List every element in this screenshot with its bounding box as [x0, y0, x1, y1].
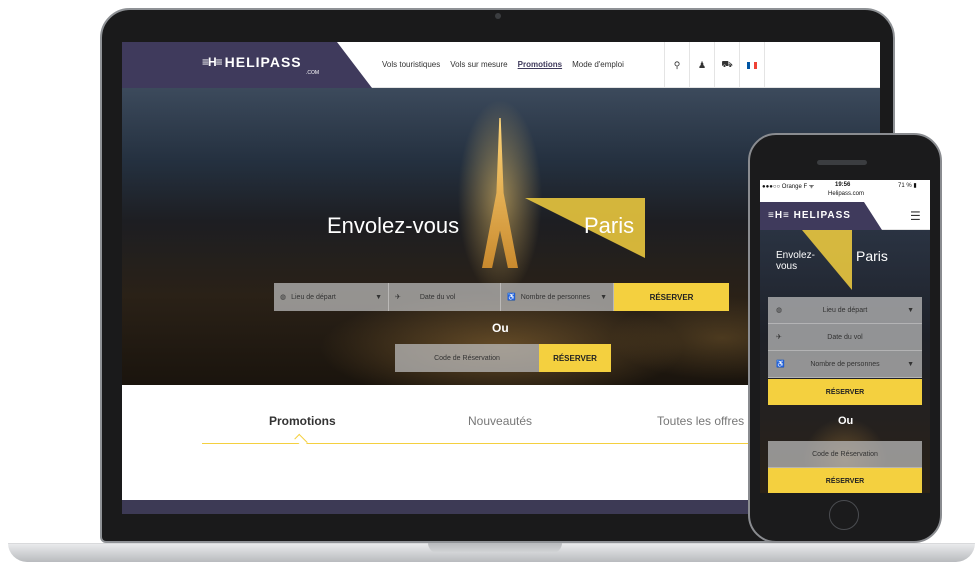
chevron-down-icon: ▼ — [907, 360, 914, 368]
seat-icon: ♿ — [776, 361, 785, 368]
nav-promotions[interactable]: Promotions — [518, 60, 562, 69]
phone-or-separator: Ou — [838, 415, 854, 427]
flag-stripe — [753, 61, 757, 69]
cart-icon[interactable]: ⛟ — [714, 42, 739, 88]
carrier-label: ●●●○○ Orange F ᯤ — [762, 184, 815, 190]
phone-reservation-code-input[interactable]: Code de Réservation — [768, 441, 922, 468]
status-time: 19:56 — [835, 182, 851, 188]
helicopter-icon: ✈ — [776, 334, 782, 341]
or-separator: Ou — [492, 321, 509, 335]
search-icon[interactable]: ⚲ — [664, 42, 689, 88]
helipass-logo-text: HELIPASS — [224, 54, 302, 70]
eiffel-tower-image — [482, 118, 518, 268]
globe-icon: ◍ — [280, 294, 287, 301]
tab-toutes-les-offres[interactable]: Toutes les offres — [657, 414, 744, 428]
battery-indicator: 71 % ▮ — [898, 183, 917, 189]
phone-helipass-logo[interactable]: ≡H≡ HELIPASS — [768, 210, 851, 221]
phone-reserve-button[interactable]: RÉSERVER — [768, 379, 922, 405]
seat-icon: ♿ — [507, 294, 516, 301]
tab-nouveautes[interactable]: Nouveautés — [468, 414, 532, 428]
code-reserve-button[interactable]: RÉSERVER — [539, 344, 611, 372]
people-select[interactable]: ♿ Nombre de personnes ▼ — [501, 283, 614, 311]
helicopter-icon: ✈ — [395, 294, 401, 301]
laptop-notch — [428, 543, 562, 553]
phone-date-label: Date du vol — [827, 333, 863, 341]
phone-hero-title-destination: Paris — [856, 248, 888, 264]
language-flag-icon[interactable] — [739, 42, 764, 88]
phone-departure-label: Lieu de départ — [822, 306, 868, 314]
phone-screen: ●●●○○ Orange F ᯤ 19:56 71 % ▮ Helipass.c… — [760, 180, 930, 493]
phone-departure-select[interactable]: ◍ Lieu de départ ▼ — [768, 297, 922, 324]
nav-icons: ⚲ ♟ ⛟ — [664, 42, 874, 88]
hamburger-menu-icon[interactable]: ☰ — [910, 209, 921, 223]
nav-mode-emploi[interactable]: Mode d'emploi — [572, 60, 624, 69]
french-flag-icon — [747, 61, 757, 69]
hero-title-destination: Paris — [584, 213, 635, 238]
phone-people-select[interactable]: ♿ Nombre de personnes ▼ — [768, 351, 922, 378]
phone-people-label: Nombre de personnes — [810, 360, 880, 368]
phone-home-button[interactable] — [829, 500, 859, 530]
departure-select[interactable]: ◍ Lieu de départ ▼ — [274, 283, 389, 311]
browser-url: Helipass.com — [828, 191, 865, 197]
nav-spacer — [764, 42, 874, 88]
nav-vols-sur-mesure[interactable]: Vols sur mesure — [450, 60, 507, 69]
reserve-button[interactable]: RÉSERVER — [614, 283, 729, 311]
site-navbar: ≡H≡ HELIPASS .COM Vols touristiques Vols… — [122, 42, 880, 88]
phone-code-reserve-button[interactable]: RÉSERVER — [768, 468, 922, 493]
date-field[interactable]: ✈ Date du vol — [389, 283, 501, 311]
tab-active-indicator — [294, 433, 308, 448]
reservation-code-input[interactable]: Code de Réservation — [395, 344, 539, 372]
phone-navbar: ≡H≡ HELIPASS ☰ — [760, 202, 930, 230]
departure-label: Lieu de départ — [291, 293, 336, 301]
helipass-logo-mark: ≡H≡ — [202, 55, 223, 69]
reservation-code-bar: Code de Réservation RÉSERVER — [395, 344, 611, 372]
helipass-logo[interactable]: ≡H≡ HELIPASS — [202, 54, 302, 70]
phone-status-bar: ●●●○○ Orange F ᯤ 19:56 71 % ▮ Helipass.c… — [760, 180, 930, 202]
globe-icon: ◍ — [776, 307, 783, 314]
flight-search-bar: ◍ Lieu de départ ▼ ✈ Date du vol ♿ Nombr… — [274, 283, 729, 311]
chevron-down-icon: ▼ — [600, 293, 607, 301]
device-mockup: ≡H≡ HELIPASS .COM Vols touristiques Vols… — [0, 0, 975, 568]
people-label: Nombre de personnes — [520, 293, 590, 301]
nav-vols-touristiques[interactable]: Vols touristiques — [382, 60, 440, 69]
chevron-down-icon: ▼ — [375, 293, 382, 301]
phone-hero-title-left: Envolez-vous — [776, 250, 815, 272]
phone-speaker — [817, 160, 867, 165]
user-icon[interactable]: ♟ — [689, 42, 714, 88]
phone-hero: Envolez-vous Paris ◍ Lieu de départ ▼ ✈ … — [760, 230, 930, 493]
hero-title-left: Envolez-vous — [327, 213, 460, 238]
helipass-logo-sub: .COM — [306, 70, 320, 76]
chevron-down-icon: ▼ — [907, 306, 914, 314]
phone-date-field[interactable]: ✈ Date du vol — [768, 324, 922, 351]
main-nav: Vols touristiques Vols sur mesure Promot… — [382, 60, 624, 69]
tab-promotions[interactable]: Promotions — [269, 414, 336, 428]
date-label: Date du vol — [419, 293, 456, 301]
laptop-camera — [495, 13, 501, 19]
